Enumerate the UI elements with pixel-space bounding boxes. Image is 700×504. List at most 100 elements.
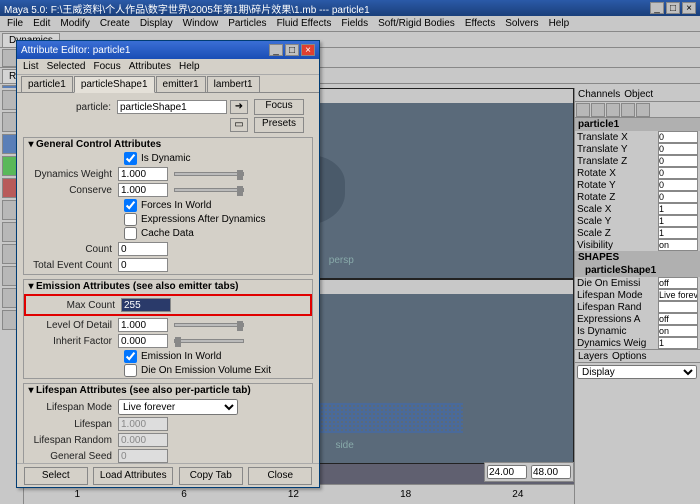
channel-value[interactable]	[658, 239, 698, 251]
conserve-input[interactable]	[118, 183, 168, 197]
channels-menu[interactable]: Channels	[578, 89, 620, 100]
dialog-titlebar[interactable]: Attribute Editor: particle1 _ □ ×	[17, 41, 319, 59]
object-menu[interactable]: Object	[624, 89, 653, 100]
channel-row[interactable]: Translate X	[575, 131, 700, 143]
focus-button[interactable]: Focus	[254, 99, 304, 115]
channel-value[interactable]	[658, 215, 698, 227]
layers-menu[interactable]: Layers	[578, 351, 608, 361]
dialog-min-button[interactable]: _	[269, 44, 283, 56]
channel-row[interactable]: Translate Y	[575, 143, 700, 155]
menu-modify[interactable]: Modify	[55, 17, 94, 30]
lod-slider[interactable]	[174, 323, 244, 327]
dlg-menu-selected[interactable]: Selected	[47, 61, 86, 72]
cb-icon[interactable]	[621, 103, 635, 117]
channel-value[interactable]	[658, 313, 698, 325]
channel-value[interactable]	[658, 277, 698, 289]
emission-section-header[interactable]: ▾Emission Attributes (see also emitter t…	[24, 280, 312, 293]
channel-row[interactable]: Scale Z	[575, 227, 700, 239]
node-name[interactable]: particle1	[575, 118, 700, 131]
menu-file[interactable]: File	[2, 17, 28, 30]
lifespan-mode-select[interactable]: Live forever	[118, 399, 238, 415]
channel-value[interactable]	[658, 167, 698, 179]
menu-effects[interactable]: Effects	[460, 17, 500, 30]
shape-name[interactable]: particleShape1	[575, 264, 700, 277]
is-dynamic-checkbox[interactable]	[124, 152, 137, 165]
channel-row[interactable]: Expressions A	[575, 313, 700, 325]
lifespan-section-header[interactable]: ▾Lifespan Attributes (see also per-parti…	[24, 384, 312, 397]
channel-row[interactable]: Scale X	[575, 203, 700, 215]
display-select[interactable]: Display	[577, 365, 697, 379]
channel-row[interactable]: Lifespan Mode	[575, 289, 700, 301]
channel-value[interactable]	[658, 131, 698, 143]
dlg-menu-help[interactable]: Help	[179, 61, 200, 72]
menu-create[interactable]: Create	[95, 17, 135, 30]
menu-particles[interactable]: Particles	[223, 17, 271, 30]
dlg-menu-list[interactable]: List	[23, 61, 39, 72]
channel-row[interactable]: Lifespan Rand	[575, 301, 700, 313]
dove-checkbox[interactable]	[124, 364, 137, 377]
menu-window[interactable]: Window	[178, 17, 224, 30]
count-input[interactable]	[118, 242, 168, 256]
channel-row[interactable]: Is Dynamic	[575, 325, 700, 337]
channel-value[interactable]	[658, 179, 698, 191]
channel-value[interactable]	[658, 203, 698, 215]
presets-button[interactable]: Presets	[254, 117, 304, 133]
max-count-input[interactable]	[121, 298, 171, 312]
general-section-header[interactable]: ▾General Control Attributes	[24, 138, 312, 151]
inherit-slider[interactable]	[174, 339, 244, 343]
channel-row[interactable]: Dynamics Weig	[575, 337, 700, 349]
tab-particleshape1[interactable]: particleShape1	[74, 76, 155, 93]
go-icon[interactable]: ➜	[230, 100, 248, 114]
channel-row[interactable]: Rotate X	[575, 167, 700, 179]
menu-solvers[interactable]: Solvers	[500, 17, 543, 30]
copy-tab-button[interactable]: Copy Tab	[179, 467, 243, 485]
tec-input[interactable]	[118, 258, 168, 272]
options-menu[interactable]: Options	[612, 351, 646, 361]
channel-value[interactable]	[658, 155, 698, 167]
channel-row[interactable]: Scale Y	[575, 215, 700, 227]
eiw-checkbox[interactable]	[124, 350, 137, 363]
channel-value[interactable]	[658, 191, 698, 203]
menu-soft-rigid[interactable]: Soft/Rigid Bodies	[373, 17, 460, 30]
inherit-input[interactable]	[118, 334, 168, 348]
menu-edit[interactable]: Edit	[28, 17, 55, 30]
particle-name-input[interactable]	[117, 100, 227, 114]
close-button[interactable]: ×	[682, 2, 696, 14]
channel-row[interactable]: Rotate Z	[575, 191, 700, 203]
tab-particle1[interactable]: particle1	[21, 76, 73, 92]
tab-emitter1[interactable]: emitter1	[156, 76, 206, 92]
forces-checkbox[interactable]	[124, 199, 137, 212]
cb-icon[interactable]	[636, 103, 650, 117]
dlg-menu-focus[interactable]: Focus	[93, 61, 120, 72]
cb-icon[interactable]	[591, 103, 605, 117]
maximize-button[interactable]: □	[666, 2, 680, 14]
menu-fluid-effects[interactable]: Fluid Effects	[272, 17, 337, 30]
expr-checkbox[interactable]	[124, 213, 137, 226]
dyn-weight-input[interactable]	[118, 167, 168, 181]
channel-row[interactable]: Translate Z	[575, 155, 700, 167]
channel-value[interactable]	[658, 227, 698, 239]
dialog-max-button[interactable]: □	[285, 44, 299, 56]
load-attributes-button[interactable]: Load Attributes	[93, 467, 173, 485]
channel-value[interactable]	[658, 289, 698, 301]
channel-row[interactable]: Rotate Y	[575, 179, 700, 191]
minimize-button[interactable]: _	[650, 2, 664, 14]
close-button[interactable]: Close	[248, 467, 312, 485]
select-button[interactable]: Select	[24, 467, 88, 485]
tab-icon[interactable]: ▭	[230, 118, 248, 132]
menu-display[interactable]: Display	[135, 17, 178, 30]
cache-checkbox[interactable]	[124, 227, 137, 240]
channel-row[interactable]: Die On Emissi	[575, 277, 700, 289]
current-frame-input[interactable]	[487, 465, 527, 479]
menu-fields[interactable]: Fields	[336, 17, 373, 30]
menu-help[interactable]: Help	[544, 17, 575, 30]
conserve-slider[interactable]	[174, 188, 244, 192]
dyn-weight-slider[interactable]	[174, 172, 244, 176]
dlg-menu-attributes[interactable]: Attributes	[129, 61, 171, 72]
dialog-close-button[interactable]: ×	[301, 44, 315, 56]
cb-icon[interactable]	[576, 103, 590, 117]
end-frame-input[interactable]	[531, 465, 571, 479]
cb-icon[interactable]	[606, 103, 620, 117]
channel-row[interactable]: Visibility	[575, 239, 700, 251]
channel-value[interactable]	[658, 337, 698, 349]
